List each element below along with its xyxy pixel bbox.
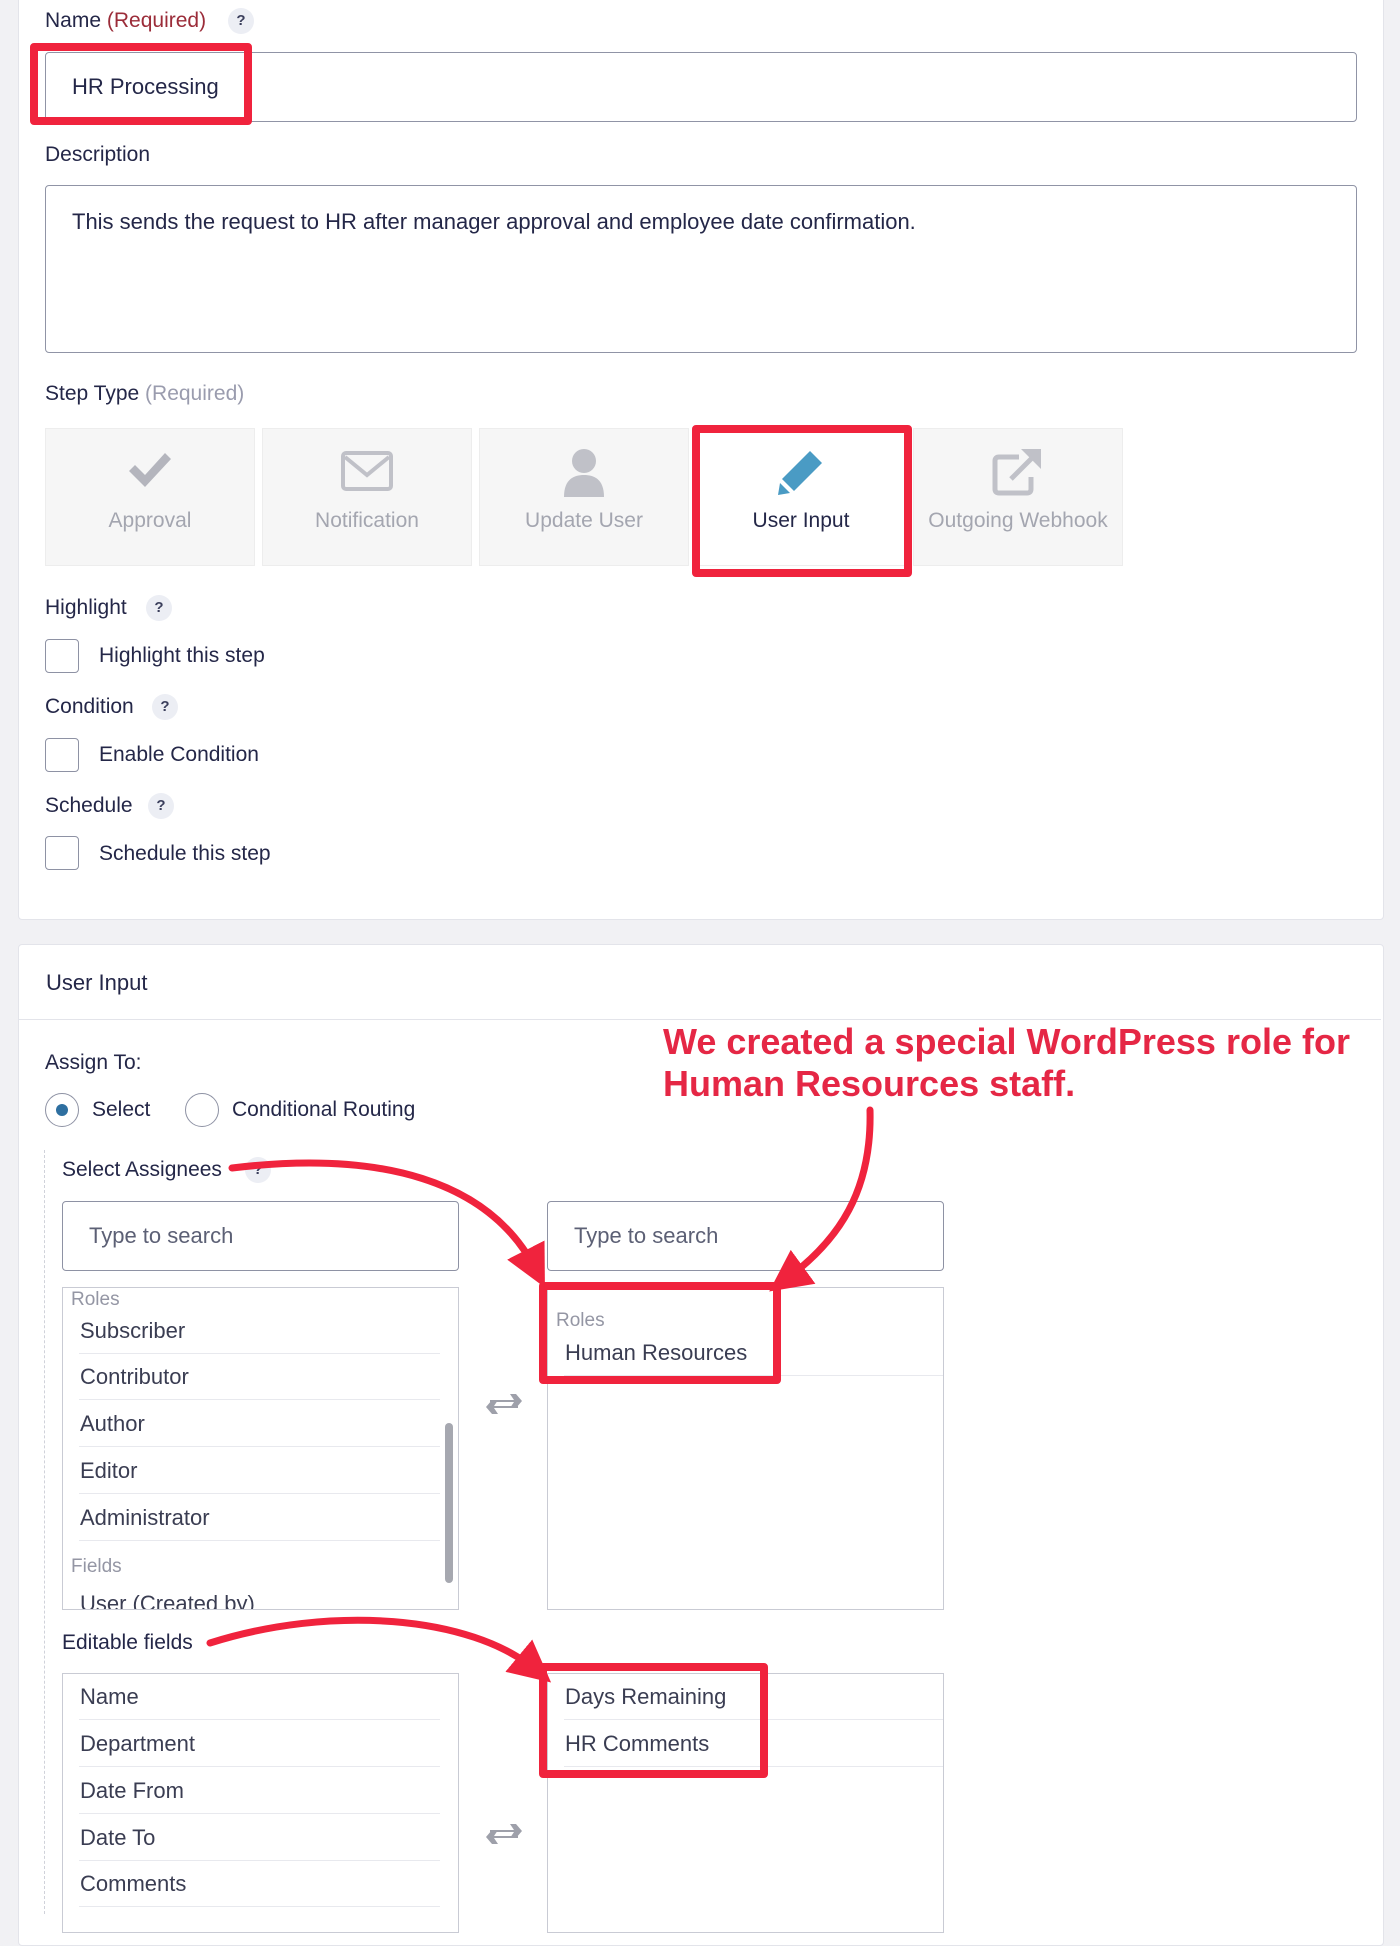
arrow-to-human-resources-from-text	[769, 1106, 874, 1292]
arrow-to-human-resources-from-assignees	[228, 1159, 545, 1288]
arrow-to-editable-fields	[206, 1616, 552, 1683]
annotation-arrows	[206, 1106, 874, 1683]
